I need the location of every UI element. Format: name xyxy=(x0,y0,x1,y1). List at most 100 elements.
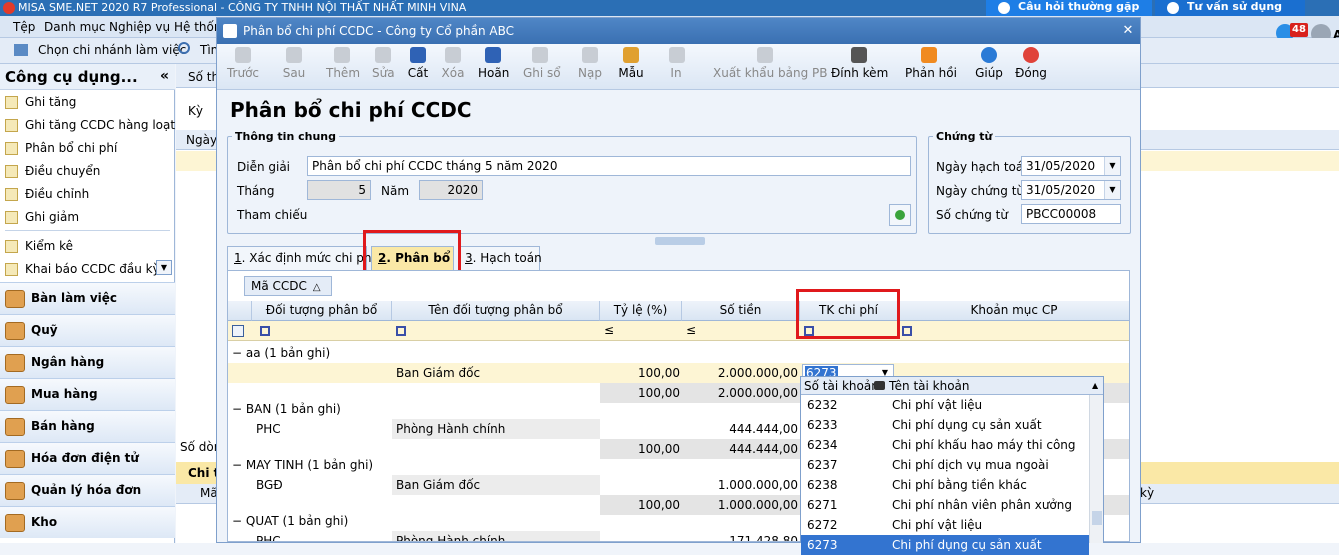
account-option[interactable]: 6232 Chi phí vật liệu xyxy=(801,395,1089,415)
toolbar-help-button[interactable]: Giúp xyxy=(975,47,1003,80)
left-item-ghi-tang[interactable]: Ghi tăng xyxy=(5,92,76,112)
toolbar-edit-button[interactable]: Sửa xyxy=(372,47,395,80)
group-header-ban[interactable]: − BAN (1 bản ghi) xyxy=(232,399,341,419)
cell-code[interactable]: PHC xyxy=(256,419,281,439)
tab-xac-dinh[interactable]: 1. Xác định mức chi phí xyxy=(227,246,375,270)
collapse-header-button[interactable] xyxy=(655,237,705,245)
cell-code[interactable] xyxy=(242,363,392,383)
filter-clear-icon[interactable] xyxy=(232,325,244,337)
left-item-dieu-chinh[interactable]: Điều chỉnh xyxy=(5,184,89,204)
consult-button[interactable]: Tư vấn sử dụng xyxy=(1155,0,1305,16)
toolbar-next-button[interactable]: Sau xyxy=(281,47,307,80)
cell-name[interactable]: Phòng Hành chính xyxy=(396,419,505,439)
left-item-dieu-chuyen[interactable]: Điều chuyển xyxy=(5,161,100,181)
branch-selector[interactable]: Chọn chi nhánh làm việc xyxy=(38,43,186,57)
account-option[interactable]: 6271 Chi phí nhân viên phân xưởng xyxy=(801,495,1089,515)
cell-rate[interactable]: 100,00 xyxy=(600,363,680,383)
toolbar-feedback-button[interactable]: Phản hồi xyxy=(905,47,957,80)
menu-system[interactable]: Hệ thốn xyxy=(174,20,221,34)
menu-file[interactable]: Tệp xyxy=(13,20,35,34)
col-header-ten-doi-tuong[interactable]: Tên đối tượng phân bổ xyxy=(392,301,600,321)
cell-amount[interactable]: 2.000.000,00 xyxy=(682,363,798,383)
left-item-ghi-giam[interactable]: Ghi giảm xyxy=(5,207,79,227)
dropdown-arrow-icon[interactable]: ▼ xyxy=(1104,157,1120,175)
filter-checkbox-icon[interactable] xyxy=(260,326,270,336)
toolbar-add-button[interactable]: Thêm xyxy=(326,47,360,80)
nav-ngan-hang[interactable]: Ngân hàng xyxy=(0,346,175,378)
tab-hach-toan[interactable]: 3. Hạch toán xyxy=(458,246,542,270)
account-option[interactable]: 6233 Chi phí dụng cụ sản xuất xyxy=(801,415,1089,435)
cell-amount[interactable]: 444.444,00 xyxy=(682,419,798,439)
search-icon[interactable] xyxy=(178,42,190,54)
ngay-chung-tu-input[interactable]: 31/05/2020 ▼ xyxy=(1021,180,1121,200)
nav-ban-hang[interactable]: Bán hàng xyxy=(0,410,175,442)
dialog-close-button[interactable]: ✕ xyxy=(1120,23,1136,39)
add-reference-button[interactable] xyxy=(889,204,911,226)
col-header-ty-le[interactable]: Tỷ lệ (%) xyxy=(600,301,682,321)
cell-code[interactable]: BGĐ xyxy=(256,475,283,495)
left-item-ghi-tang-hang-loat[interactable]: Ghi tăng CCDC hàng loạt xyxy=(5,115,175,135)
nav-mua-hang[interactable]: Mua hàng xyxy=(0,378,175,410)
left-item-khai-bao[interactable]: Khai báo CCDC đầu kỳ xyxy=(5,259,160,279)
nav-quy[interactable]: Quỹ xyxy=(0,314,175,346)
so-chung-tu-input[interactable]: PBCC00008 xyxy=(1021,204,1121,224)
collapse-icon[interactable]: « xyxy=(160,68,169,84)
filter-op-ty-le[interactable]: ≤ xyxy=(604,323,614,337)
nam-input[interactable]: 2020 xyxy=(419,180,483,200)
filter-checkbox-icon[interactable] xyxy=(902,326,912,336)
toolbar-post-button[interactable]: Ghi sổ xyxy=(523,47,561,80)
notification-badge[interactable]: 48 xyxy=(1290,23,1308,37)
group-header-quat[interactable]: − QUAT (1 bản ghi) xyxy=(232,511,348,531)
window-close-button[interactable] xyxy=(1308,0,1339,16)
col-header-khoan-muc[interactable]: Khoản mục CP xyxy=(898,301,1129,321)
scrollbar-thumb[interactable] xyxy=(1092,511,1102,525)
dropdown-arrow-icon[interactable]: ▼ xyxy=(1104,181,1120,199)
toolbar-export-button[interactable]: Xuất khẩu bảng PB xyxy=(713,47,828,80)
app-logo-icon xyxy=(3,2,15,14)
cell-name[interactable]: Phòng Hành chính xyxy=(396,531,505,541)
scroll-down-button[interactable]: ▼ xyxy=(156,260,172,275)
account-option[interactable]: 6234 Chi phí khấu hao máy thi công xyxy=(801,435,1089,455)
faq-button[interactable]: Câu hỏi thường gặp xyxy=(986,0,1152,16)
toolbar-save-button[interactable]: Cất xyxy=(407,47,429,80)
toolbar-attach-button[interactable]: Đính kèm xyxy=(831,47,888,80)
toolbar-print-button[interactable]: In xyxy=(669,47,685,80)
cell-amount[interactable]: 1.000.000,00 xyxy=(682,475,798,495)
nav-quan-ly-hoa-don[interactable]: Quản lý hóa đơn xyxy=(0,474,175,506)
col-so-tai-khoan[interactable]: Số tài khoản xyxy=(804,377,879,395)
toolbar-reload-button[interactable]: Nạp xyxy=(577,47,603,80)
cell-name[interactable]: Ban Giám đốc xyxy=(396,363,480,383)
thang-input[interactable]: 5 xyxy=(307,180,371,200)
cell-name[interactable]: Ban Giám đốc xyxy=(396,475,480,495)
left-item-phan-bo[interactable]: Phân bổ chi phí xyxy=(5,138,117,158)
toolbar-template-button[interactable]: Mẫu xyxy=(616,47,646,80)
nav-hoa-don-dien-tu[interactable]: Hóa đơn điện tử xyxy=(0,442,175,474)
account-option[interactable]: 6238 Chi phí bằng tiền khác xyxy=(801,475,1089,495)
col-header-doi-tuong[interactable]: Đối tượng phân bổ xyxy=(252,301,392,321)
group-by-chip[interactable]: Mã CCDC △ xyxy=(244,276,332,296)
account-option[interactable]: 6272 Chi phí vật liệu xyxy=(801,515,1089,535)
scroll-up-icon[interactable]: ▲ xyxy=(1092,377,1098,395)
toolbar-close-button[interactable]: Đóng xyxy=(1015,47,1047,80)
toolbar-delete-button[interactable]: Xóa xyxy=(441,47,465,80)
ngay-hach-toan-input[interactable]: 31/05/2020 ▼ xyxy=(1021,156,1121,176)
col-header-so-tien[interactable]: Số tiền xyxy=(682,301,800,321)
filter-op-so-tien[interactable]: ≤ xyxy=(686,323,696,337)
cell-code[interactable]: PHC xyxy=(256,531,281,541)
toolbar-prev-button[interactable]: Trước xyxy=(226,47,260,80)
group-header-aa[interactable]: − aa (1 bản ghi) xyxy=(232,343,330,363)
menu-operations[interactable]: Nghiệp vụ xyxy=(109,20,170,34)
group-header-may-tinh[interactable]: − MAY TINH (1 bản ghi) xyxy=(232,455,373,475)
dropdown-scrollbar[interactable] xyxy=(1089,395,1103,543)
cell-amount[interactable]: 171.428,80 xyxy=(682,531,798,541)
nav-ban-lam-viec[interactable]: Bàn làm việc xyxy=(0,282,175,314)
left-item-kiem-ke[interactable]: Kiểm kê xyxy=(5,236,73,256)
toolbar-undo-button[interactable]: Hoãn xyxy=(478,47,509,80)
col-ten-tai-khoan[interactable]: Tên tài khoản xyxy=(889,377,970,395)
dien-giai-input[interactable]: Phân bổ chi phí CCDC tháng 5 năm 2020 xyxy=(307,156,911,176)
menu-catalog[interactable]: Danh mục xyxy=(44,20,106,34)
account-option[interactable]: 6237 Chi phí dịch vụ mua ngoài xyxy=(801,455,1089,475)
filter-checkbox-icon[interactable] xyxy=(396,326,406,336)
account-option-selected[interactable]: 6273 Chi phí dụng cụ sản xuất xyxy=(801,535,1089,555)
nav-kho[interactable]: Kho xyxy=(0,506,175,538)
